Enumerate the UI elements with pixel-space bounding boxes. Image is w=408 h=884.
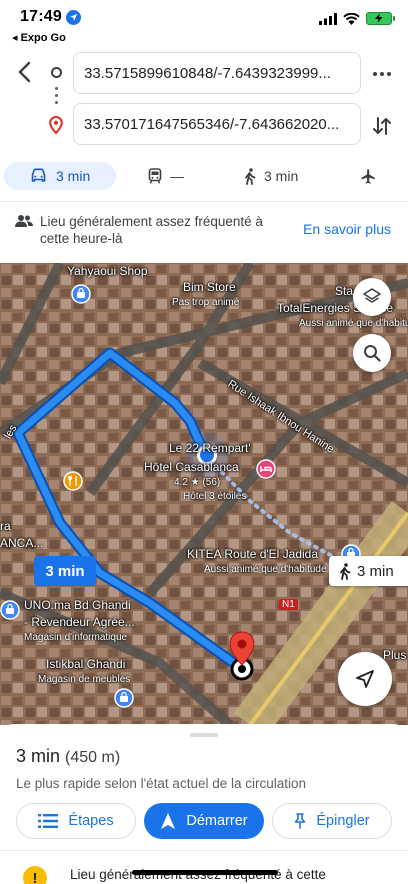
pin-icon (295, 813, 306, 829)
road-shield: N1 (279, 599, 298, 610)
destination-marker-icon (229, 631, 255, 666)
sheet-drag-handle[interactable] (190, 733, 218, 737)
wifi-icon (343, 12, 360, 25)
status-bar: 17:49 ◂ Expo Go (0, 0, 408, 46)
layers-button[interactable] (353, 278, 391, 316)
flight-icon (361, 168, 375, 184)
drive-time-callout[interactable]: 3 min (34, 556, 96, 586)
route-description: Le plus rapide selon l'état actuel de la… (16, 776, 307, 791)
map-label: ANCA... (0, 536, 44, 550)
route-inputs: 33.5715899610848/-7.6439323999... 33.570… (0, 46, 408, 156)
destination-pin-icon (49, 116, 63, 134)
divider (0, 850, 408, 851)
list-icon (38, 814, 59, 828)
learn-more-link[interactable]: En savoir plus (303, 221, 391, 237)
back-button[interactable] (10, 58, 38, 86)
tab-flight[interactable] (360, 162, 377, 190)
crowd-info-text: Lieu généralement assez fréquenté à cett… (40, 214, 263, 246)
route-distance: (450 m) (65, 749, 121, 766)
map-label: Plus (383, 648, 407, 662)
tab-walking-label: 3 min (264, 168, 299, 184)
origin-input[interactable]: 33.5715899610848/-7.6439323999... (73, 52, 361, 94)
divider (0, 201, 408, 202)
cellular-signal-icon (319, 12, 337, 25)
search-along-route-button[interactable] (353, 334, 391, 372)
map-label: UNO.ma Bd Ghandi (24, 598, 131, 612)
tab-transit-label: — (170, 168, 184, 184)
route-duration: 3 min (16, 746, 61, 766)
map-label: Pas trop animé (172, 297, 240, 308)
steps-button[interactable]: Étapes (16, 803, 136, 839)
map-label: Aussi animé que d'habitude (204, 564, 327, 575)
map-label: Sta (335, 284, 354, 298)
tab-driving-label: 3 min (56, 168, 91, 184)
search-icon (364, 345, 381, 362)
start-button[interactable]: Démarrer (144, 803, 264, 839)
map-label: Istikbal Ghandi (46, 657, 126, 671)
route-dots-icon (55, 87, 58, 108)
travel-mode-tabs: 3 min — 3 min (0, 162, 408, 190)
status-time: 17:49 (20, 8, 62, 25)
map-label: ra (0, 519, 11, 533)
chevron-left-icon (18, 61, 31, 83)
tab-driving[interactable]: 3 min (4, 162, 116, 190)
warning-icon: ! (23, 866, 47, 884)
navigation-icon (161, 813, 176, 829)
recenter-button[interactable] (338, 652, 392, 706)
back-to-app-link[interactable]: ◂ Expo Go (12, 31, 66, 44)
map-label: Bim Store (183, 280, 236, 294)
map-view[interactable]: Yahyaoui Shop Bim Store Pas trop animé S… (0, 263, 408, 725)
map-label: KITEA Route d'El Jadida (187, 547, 319, 561)
swap-icon[interactable] (370, 114, 394, 138)
shopping-bag-icon (0, 600, 20, 620)
home-indicator[interactable] (132, 870, 278, 875)
walk-icon (245, 167, 256, 185)
more-options-button[interactable] (370, 64, 394, 84)
route-summary-sheet: 3 min (450 m) Le plus rapide selon l'éta… (0, 724, 408, 884)
restaurant-icon (63, 471, 83, 491)
location-arrow-icon (66, 10, 81, 25)
map-label: Yahyaoui Shop (67, 264, 148, 278)
map-label: 4.2 ★ (56) (174, 477, 221, 488)
battery-icon (366, 12, 395, 25)
map-label: Magasin de meubles (38, 674, 131, 685)
layers-icon (363, 288, 381, 303)
walk-time-callout[interactable]: 3 min (329, 556, 408, 586)
people-icon (15, 215, 33, 227)
walk-icon (340, 562, 351, 580)
shopping-bag-icon (114, 688, 134, 708)
map-label: - Revendeur Agrée... (24, 615, 135, 629)
map-label: Aussi animé que d'habitude (299, 318, 408, 329)
hotel-icon (256, 459, 276, 479)
map-label: Le 22 Rempart' (169, 441, 251, 455)
tab-walking[interactable]: 3 min (244, 162, 298, 190)
pin-button[interactable]: Épingler (272, 803, 392, 839)
transit-icon (148, 168, 162, 184)
crowd-info-banner: Lieu généralement assez fréquenté à cett… (0, 203, 408, 263)
destination-input[interactable]: 33.570171647565346/-7.643662020... (73, 103, 361, 145)
tab-transit[interactable]: — (148, 162, 184, 190)
route-summary-title: 3 min (450 m) (16, 746, 120, 767)
origin-circle-icon (51, 67, 62, 78)
car-icon (31, 168, 46, 182)
map-label: Magasin d'informatique (24, 632, 128, 643)
shopping-bag-icon (71, 284, 91, 304)
map-label: Hôtel Casablanca (144, 460, 239, 474)
navigation-arrow-icon (356, 670, 374, 688)
map-label: Hôtel 3 étoiles (183, 491, 247, 502)
